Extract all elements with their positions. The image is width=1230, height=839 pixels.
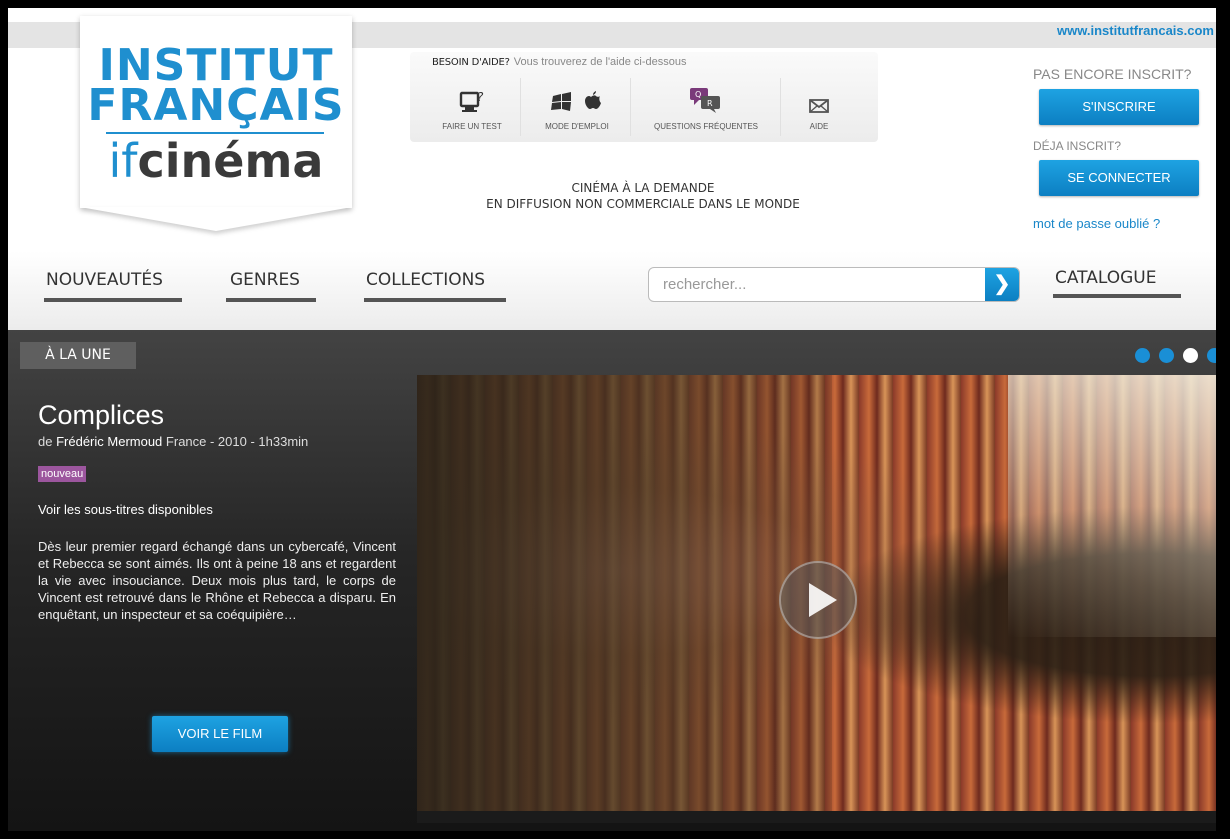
tagline: CINÉMA À LA DEMANDE EN DIFFUSION NON COM… xyxy=(448,180,838,212)
subtitles-link[interactable]: Voir les sous-titres disponibles xyxy=(38,502,213,517)
logo[interactable]: INSTITUT FRANÇAIS ifcinéma xyxy=(80,16,352,208)
monitor-question-icon: ? xyxy=(426,84,518,114)
site-link[interactable]: www.institutfrancais.com xyxy=(1057,23,1214,38)
video-control-bar xyxy=(417,811,1216,823)
play-icon xyxy=(809,583,837,617)
play-button[interactable] xyxy=(779,561,857,639)
login-button[interactable]: SE CONNECTER xyxy=(1039,160,1199,196)
svg-text:R: R xyxy=(707,99,713,108)
nav-item-catalogue[interactable]: CATALOGUE xyxy=(1055,268,1156,288)
help-divider xyxy=(520,78,521,136)
help-item-contact[interactable]: AIDE xyxy=(784,84,854,136)
help-item-label: QUESTIONS FRÉQUENTES xyxy=(653,122,758,131)
director-prefix: de xyxy=(38,434,53,449)
nav-underline xyxy=(226,298,316,302)
help-item-guide[interactable]: MODE D'EMPLOI xyxy=(524,84,630,136)
help-item-label: FAIRE UN TEST xyxy=(442,122,502,131)
nav-item-collections[interactable]: COLLECTIONS xyxy=(366,270,485,290)
film-director[interactable]: Frédéric Mermoud xyxy=(56,434,162,449)
qa-bubbles-icon: QR xyxy=(634,84,778,114)
nav-underline xyxy=(44,298,182,302)
search-box: ❯ xyxy=(648,267,1020,302)
windows-apple-icon xyxy=(524,84,630,114)
film-still-video[interactable] xyxy=(417,375,1216,811)
carousel-dots xyxy=(1126,348,1216,368)
logo-ifcinema: ifcinéma xyxy=(80,134,352,188)
carousel-dot-active[interactable] xyxy=(1183,348,1198,363)
help-item-label: MODE D'EMPLOI xyxy=(545,122,609,131)
logo-ribbon-tail xyxy=(80,207,352,231)
help-divider xyxy=(780,78,781,136)
film-meta: de Frédéric Mermoud France - 2010 - 1h33… xyxy=(38,434,308,449)
section-label: À LA UNE xyxy=(20,342,136,369)
help-divider xyxy=(630,78,631,136)
svg-text:Q: Q xyxy=(695,90,701,99)
help-subtitle: Vous trouverez de l'aide ci-dessous xyxy=(513,56,687,68)
carousel-dot[interactable] xyxy=(1135,348,1150,363)
nav-item-genres[interactable]: GENRES xyxy=(230,270,300,290)
help-item-faq[interactable]: QR QUESTIONS FRÉQUENTES xyxy=(634,84,778,136)
not-registered-text: PAS ENCORE INSCRIT? xyxy=(1033,66,1192,82)
film-details: France - 2010 - 1h33min xyxy=(165,434,309,449)
help-item-label: AIDE xyxy=(809,122,829,131)
featured-section: À LA UNE Complices de Frédéric Mermoud F… xyxy=(8,330,1216,831)
registered-text: DÉJA INSCRIT? xyxy=(1033,139,1122,153)
film-synopsis: Dès leur premier regard échangé dans un … xyxy=(38,539,396,622)
new-badge: nouveau xyxy=(38,466,87,482)
tagline-line2: EN DIFFUSION NON COMMERCIALE DANS LE MON… xyxy=(486,197,800,211)
page: www.institutfrancais.com INSTITUT FRANÇA… xyxy=(8,8,1216,831)
logo-line-francais: FRANÇAIS xyxy=(87,80,345,131)
help-item-test[interactable]: ? FAIRE UN TEST xyxy=(426,84,518,136)
help-title: BESOIN D'AIDE? Vous trouverez de l'aide c… xyxy=(432,56,686,68)
logo-if: if xyxy=(108,134,138,188)
film-title: Complices xyxy=(38,400,165,430)
nav-underline xyxy=(1053,294,1181,298)
search-button[interactable]: ❯ xyxy=(985,268,1019,301)
nav-item-nouveautes[interactable]: NOUVEAUTÉS xyxy=(46,270,163,290)
logo-cinema: cinéma xyxy=(137,134,324,188)
nav-underline xyxy=(364,298,506,302)
search-input[interactable] xyxy=(649,268,997,301)
carousel-dot[interactable] xyxy=(1207,348,1216,363)
carousel-dot[interactable] xyxy=(1159,348,1174,363)
envelope-icon xyxy=(784,84,854,114)
tagline-line1: CINÉMA À LA DEMANDE xyxy=(571,181,715,195)
watch-film-button[interactable]: VOIR LE FILM xyxy=(152,716,288,752)
forgot-password-link[interactable]: mot de passe oublié ? xyxy=(1033,216,1160,231)
register-button[interactable]: S'INSCRIRE xyxy=(1039,89,1199,125)
svg-text:?: ? xyxy=(477,90,484,104)
help-heading: BESOIN D'AIDE? xyxy=(432,57,510,68)
